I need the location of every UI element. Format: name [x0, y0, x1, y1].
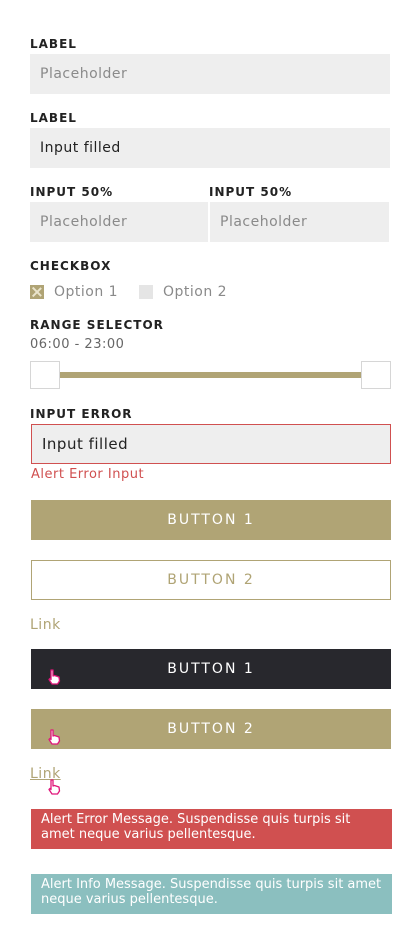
secondary-button-hover[interactable]: BUTTON 2	[31, 709, 391, 749]
hand-pointer-icon	[48, 779, 61, 795]
half-input-right-label: INPUT 50%	[209, 185, 293, 199]
field-label: LABEL	[30, 37, 77, 51]
hand-pointer-icon	[48, 729, 61, 745]
alert-info: Alert Info Message. Suspendisse quis tur…	[31, 874, 392, 914]
alert-error: Alert Error Message. Suspendisse quis tu…	[31, 809, 392, 849]
half-input-left-label: INPUT 50%	[30, 185, 114, 199]
input-placeholder: Placeholder	[40, 214, 128, 230]
primary-button-hover[interactable]: BUTTON 1	[31, 649, 391, 689]
text-input-filled[interactable]: Input filled	[30, 128, 390, 168]
checkbox-option-2[interactable]: Option 2	[139, 284, 227, 300]
error-field-label: INPUT ERROR	[30, 407, 133, 421]
half-input-left[interactable]: Placeholder	[30, 202, 208, 242]
range-handle-start[interactable]	[30, 361, 60, 389]
secondary-button[interactable]: BUTTON 2	[31, 560, 391, 600]
checkbox-unchecked-icon[interactable]	[139, 285, 153, 299]
field-label: LABEL	[30, 111, 77, 125]
input-placeholder: Placeholder	[40, 66, 128, 82]
input-value: Input filled	[40, 140, 121, 156]
primary-button[interactable]: BUTTON 1	[31, 500, 391, 540]
checkbox-option-label: Option 2	[163, 284, 228, 300]
checkbox-option-label: Option 1	[54, 284, 119, 300]
error-message: Alert Error Input	[31, 467, 145, 482]
range-label: RANGE SELECTOR	[30, 318, 164, 332]
range-value: 06:00 - 23:00	[30, 337, 125, 352]
hand-pointer-icon	[48, 669, 61, 685]
checkbox-option-1[interactable]: Option 1	[30, 284, 118, 300]
input-placeholder: Placeholder	[220, 214, 308, 230]
error-input[interactable]: Input filled	[31, 424, 391, 464]
checkbox-group-label: CHECKBOX	[30, 259, 112, 273]
text-input[interactable]: Placeholder	[30, 54, 390, 94]
checkbox-checked-icon[interactable]	[30, 285, 44, 299]
range-handle-end[interactable]	[361, 361, 391, 389]
link[interactable]: Link	[30, 617, 61, 633]
range-track[interactable]	[59, 372, 362, 378]
input-value: Input filled	[42, 435, 129, 453]
half-input-right[interactable]: Placeholder	[210, 202, 389, 242]
